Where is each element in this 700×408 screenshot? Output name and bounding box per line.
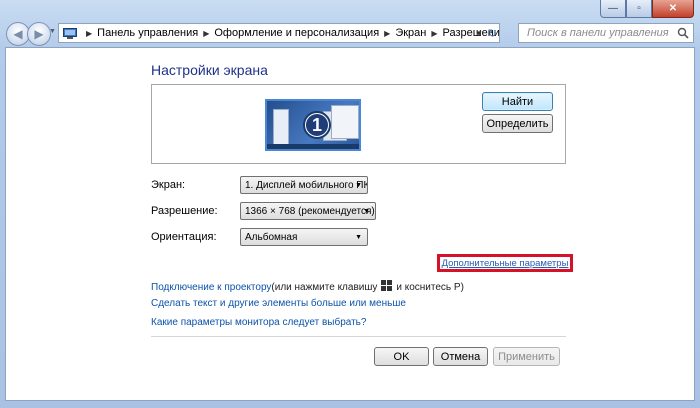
page-title: Настройки экрана <box>151 62 268 78</box>
display-select-value: 1. Дисплей мобильного ПК <box>245 179 368 191</box>
monitor-number-badge: 1 <box>303 111 331 139</box>
detect-button[interactable]: Определить <box>482 114 553 133</box>
breadcrumb-separator: ▶ <box>203 28 210 38</box>
monitor-sidebar-graphic <box>273 109 289 145</box>
navigation-bar: ◀ ▶ ▼ ▶ Панель управления ▶ Оформление и… <box>0 20 700 46</box>
breadcrumb-separator: ▶ <box>384 28 391 38</box>
projector-line: Подключение к проектору (или нажмите кла… <box>151 280 464 294</box>
display-select[interactable]: 1. Дисплей мобильного ПК ▼ <box>240 176 368 194</box>
refresh-icon[interactable]: ↻ <box>488 24 497 42</box>
text-size-link[interactable]: Сделать текст и другие элементы больше и… <box>151 298 406 309</box>
control-panel-icon <box>63 27 77 39</box>
find-button[interactable]: Найти <box>482 92 553 111</box>
search-icon[interactable] <box>677 27 689 42</box>
breadcrumb-separator: ▶ <box>431 28 438 38</box>
search-box[interactable]: Поиск в панели управления <box>518 23 694 43</box>
monitor-help-line: Какие параметры монитора следует выбрать… <box>151 317 366 328</box>
monitor-thumbnail[interactable]: 1 <box>265 99 361 151</box>
projector-hint-text-end: и коснитесь P) <box>396 281 464 293</box>
monitor-help-link[interactable]: Какие параметры монитора следует выбрать… <box>151 317 366 328</box>
advanced-settings-highlight: Дополнительные параметры <box>437 254 573 272</box>
resolution-label: Разрешение: <box>151 205 218 217</box>
forward-button[interactable]: ▶ <box>27 22 51 46</box>
breadcrumb-separator: ▶ <box>86 28 93 38</box>
orientation-label: Ориентация: <box>151 231 217 243</box>
close-button[interactable]: ✕ <box>652 0 694 18</box>
windows-key-icon <box>381 280 393 294</box>
recent-pages-dropdown[interactable]: ▼ <box>49 28 56 35</box>
forward-arrow-icon: ▶ <box>34 27 44 41</box>
breadcrumb-control-panel[interactable]: Панель управления <box>97 27 198 39</box>
text-size-line: Сделать текст и другие элементы больше и… <box>151 298 406 309</box>
display-preview: 1 Найти Определить <box>151 84 566 164</box>
display-label: Экран: <box>151 179 186 191</box>
address-bar[interactable]: ▶ Панель управления ▶ Оформление и персо… <box>58 23 500 43</box>
breadcrumb-appearance[interactable]: Оформление и персонализация <box>214 27 379 39</box>
window-frame: — ▫ ✕ ◀ ▶ ▼ ▶ Панель управления ▶ Оформл… <box>0 0 700 408</box>
back-arrow-icon: ◀ <box>13 27 23 41</box>
projector-link[interactable]: Подключение к проектору <box>151 282 271 293</box>
address-dropdown-icon[interactable]: ▼ <box>475 24 483 42</box>
resolution-select[interactable]: 1366 × 768 (рекомендуется) ▼ <box>240 202 376 220</box>
apply-button[interactable]: Применить <box>493 347 560 366</box>
advanced-settings-link[interactable]: Дополнительные параметры <box>442 258 569 269</box>
maximize-button[interactable]: ▫ <box>626 0 652 18</box>
orientation-select[interactable]: Альбомная ▼ <box>240 228 368 246</box>
monitor-taskbar-graphic <box>267 144 359 149</box>
orientation-select-value: Альбомная <box>245 231 298 243</box>
content-area: Настройки экрана 1 Найти Определить Экра… <box>5 47 695 401</box>
ok-button[interactable]: OK <box>374 347 429 366</box>
cancel-button[interactable]: Отмена <box>433 347 488 366</box>
search-input[interactable]: Поиск в панели управления <box>527 27 669 39</box>
monitor-number: 1 <box>306 114 328 136</box>
projector-hint-text: (или нажмите клавишу <box>271 281 378 293</box>
chevron-down-icon: ▼ <box>355 182 362 189</box>
breadcrumb-display[interactable]: Экран <box>395 27 426 39</box>
monitor-window-graphic <box>331 105 359 139</box>
window-controls: — ▫ ✕ <box>600 0 694 18</box>
chevron-down-icon: ▼ <box>355 234 362 241</box>
resolution-select-value: 1366 × 768 (рекомендуется) <box>245 205 375 217</box>
chevron-down-icon: ▼ <box>363 208 370 215</box>
footer-divider <box>151 336 566 337</box>
minimize-button[interactable]: — <box>600 0 626 18</box>
